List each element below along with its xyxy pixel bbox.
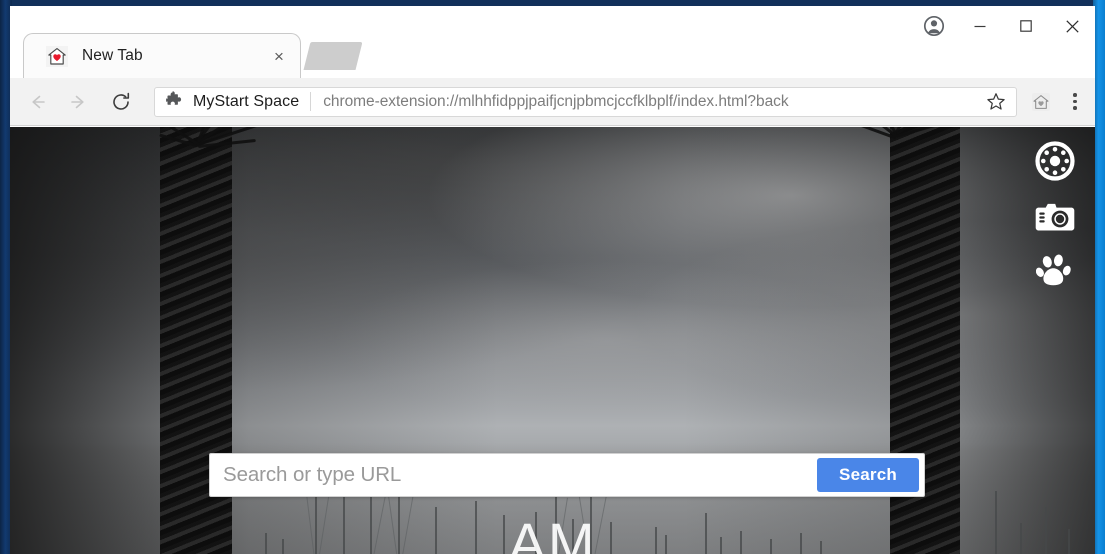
- search-box[interactable]: Search: [209, 453, 925, 497]
- forward-button[interactable]: [62, 85, 96, 119]
- puzzle-piece-icon: [165, 90, 184, 114]
- browser-toolbar: MyStart Space chrome-extension://mlhhfid…: [10, 78, 1095, 126]
- tab-close-icon[interactable]: ×: [268, 45, 290, 67]
- kebab-dot: [1073, 106, 1077, 110]
- browser-window: New Tab × MyStart Space chrome-extension…: [10, 6, 1095, 554]
- new-tab-button[interactable]: [303, 42, 363, 70]
- settings-wheel-icon[interactable]: [1033, 139, 1077, 183]
- window-frame: New Tab × MyStart Space chrome-extension…: [0, 0, 1105, 554]
- house-heart-extension-icon[interactable]: [1025, 86, 1057, 118]
- address-bar[interactable]: MyStart Space chrome-extension://mlhhfid…: [154, 86, 1017, 117]
- reload-button[interactable]: [104, 85, 138, 119]
- palm-fronds-right: [850, 127, 1036, 197]
- paw-print-icon[interactable]: [1033, 249, 1077, 293]
- tab-strip: New Tab ×: [10, 6, 1095, 78]
- tab-row: New Tab ×: [10, 33, 1095, 78]
- search-button[interactable]: Search: [817, 458, 919, 492]
- house-heart-icon: [46, 45, 68, 67]
- extension-origin-label: MyStart Space: [193, 92, 300, 110]
- star-icon[interactable]: [982, 88, 1010, 116]
- kebab-dot: [1073, 99, 1077, 104]
- palm-fronds-left: [128, 127, 308, 199]
- side-icon-rail: [1033, 139, 1077, 293]
- new-tab-page: Search or type URL Search AM: [10, 127, 1095, 554]
- extension-origin-badge: MyStart Space: [165, 90, 310, 114]
- back-button[interactable]: [20, 85, 54, 119]
- kebab-dot: [1073, 93, 1077, 97]
- kebab-menu-icon[interactable]: [1061, 86, 1089, 118]
- search-input[interactable]: [210, 454, 817, 496]
- tab-title: New Tab: [82, 47, 143, 64]
- camera-icon[interactable]: [1033, 194, 1077, 238]
- browser-tab[interactable]: New Tab ×: [23, 33, 301, 78]
- omnibox-separator: [310, 92, 312, 111]
- address-bar-url: chrome-extension://mlhhfidppjpaifjcnjpbm…: [323, 92, 789, 110]
